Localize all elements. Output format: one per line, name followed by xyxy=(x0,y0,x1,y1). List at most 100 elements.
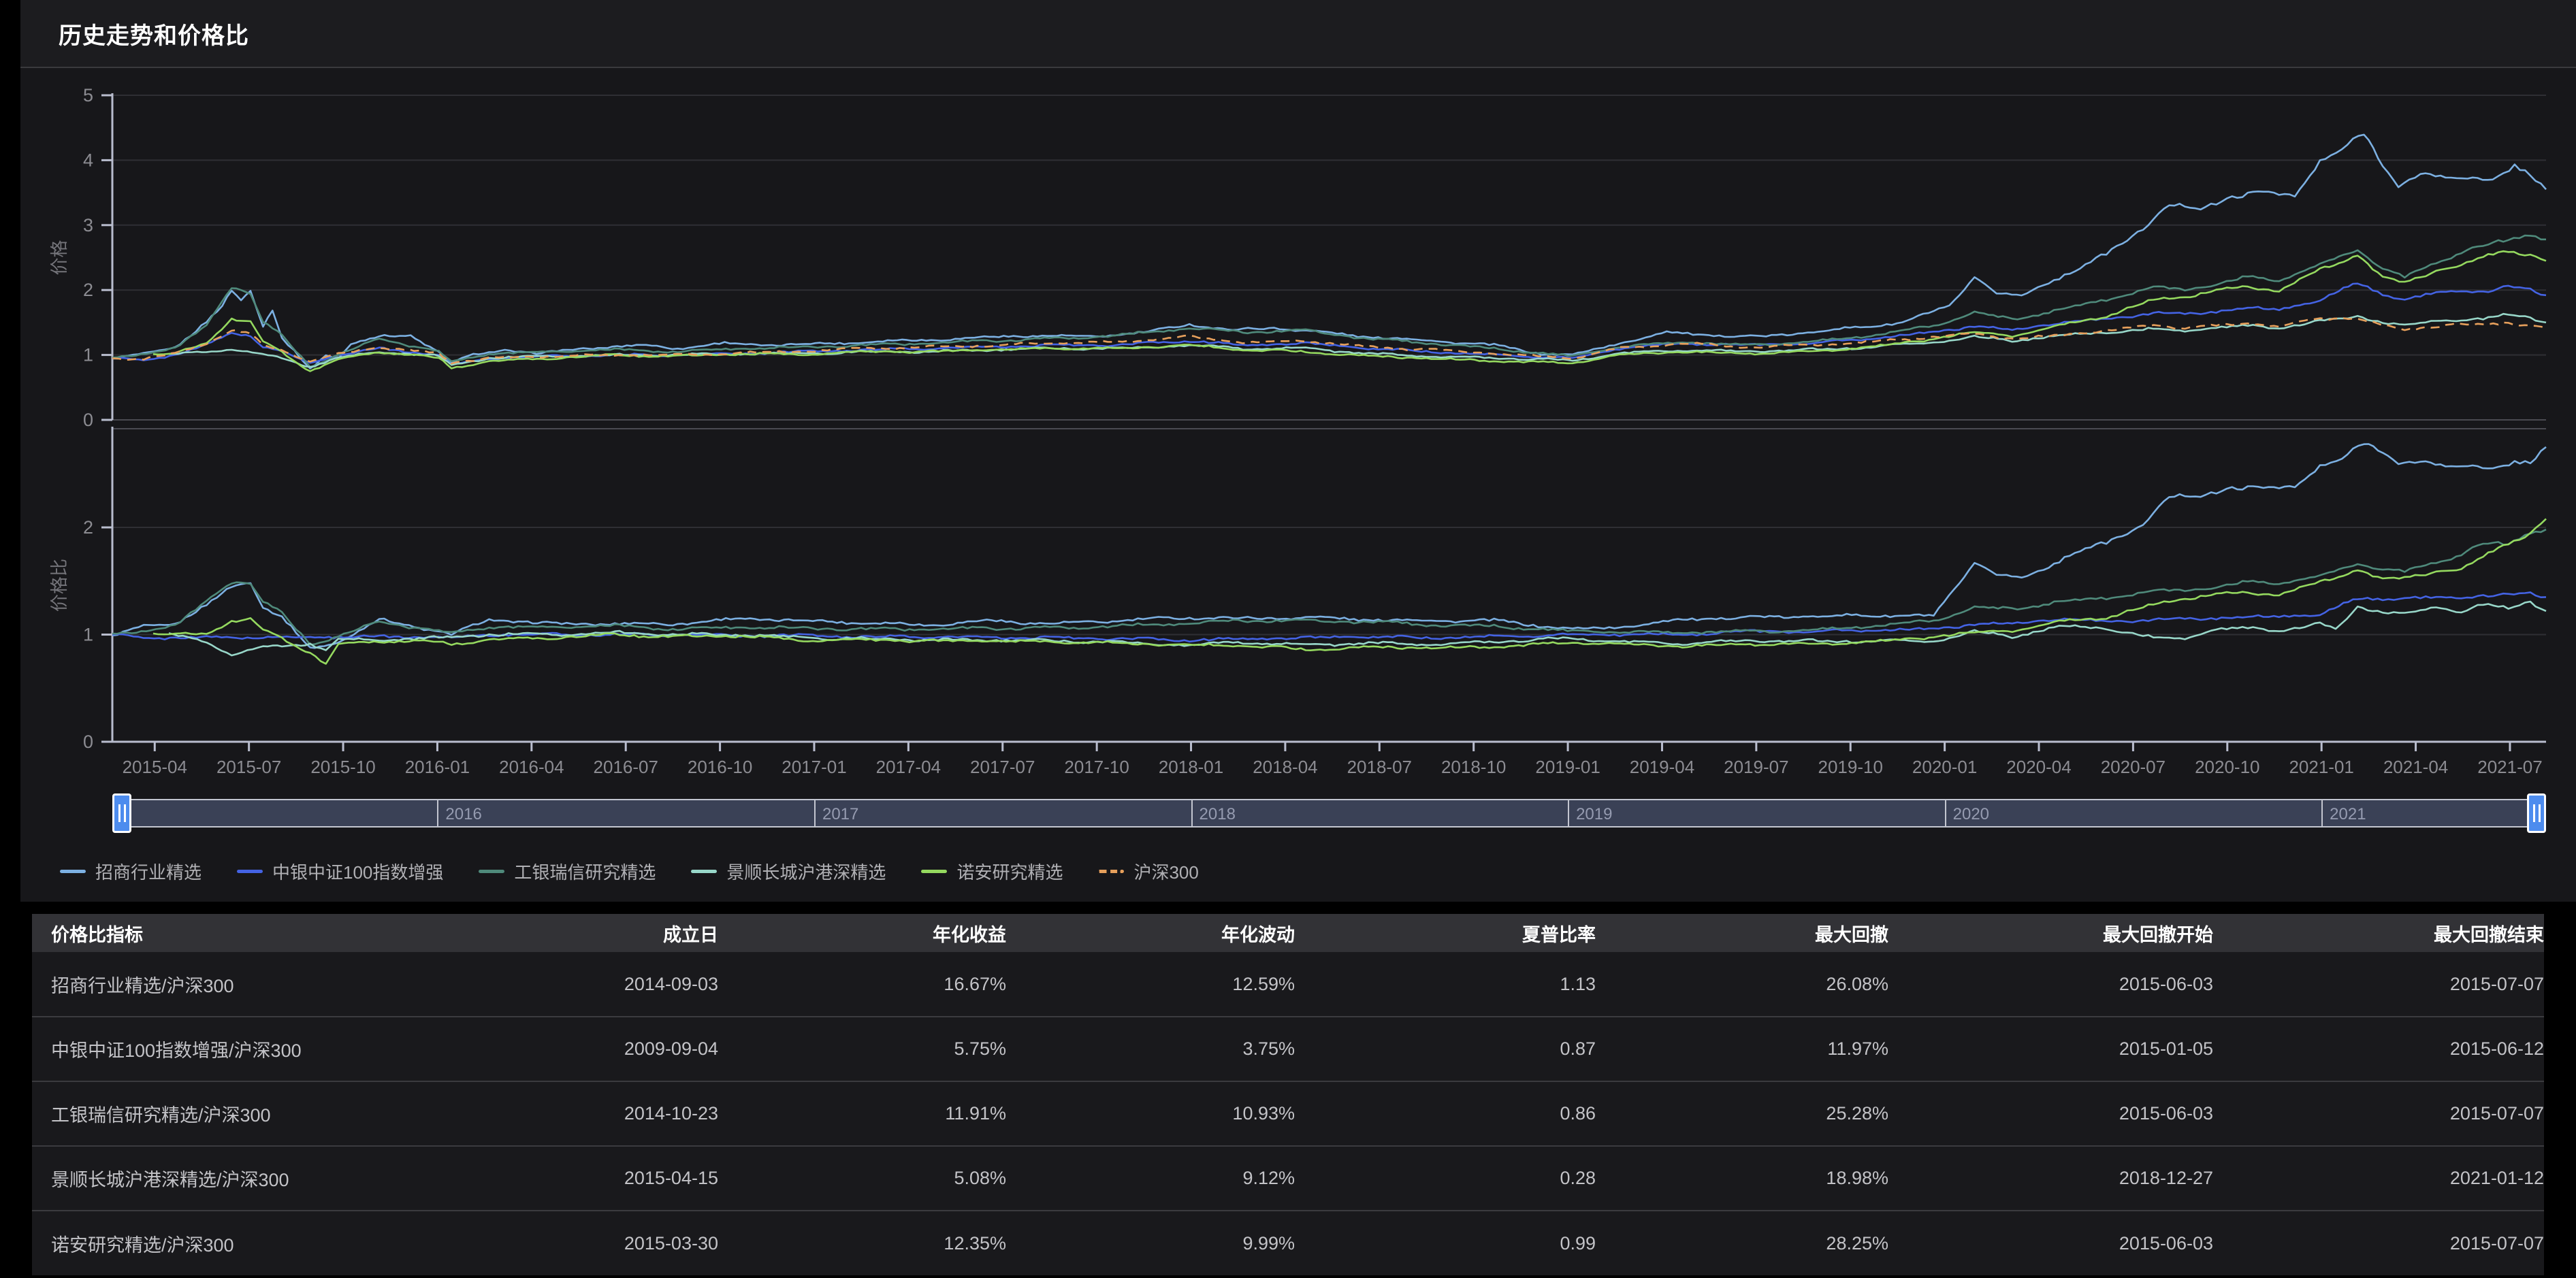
x-tick-label: 2015-07 xyxy=(216,757,281,777)
legend-line-marker xyxy=(691,870,717,873)
x-tick-label: 2020-07 xyxy=(2101,757,2166,777)
y-tick-label: 0 xyxy=(83,410,93,430)
table-cell: 2015-03-30 xyxy=(443,1211,718,1275)
table-column-header: 成立日 xyxy=(443,914,718,952)
table-cell: 中银中证100指数增强/沪深300 xyxy=(32,1017,443,1081)
slider-year-label: 2017 xyxy=(822,805,858,824)
x-tick-label: 2021-01 xyxy=(2289,757,2353,777)
page-title: 历史走势和价格比 xyxy=(59,17,249,50)
x-tick-label: 2016-10 xyxy=(688,757,752,777)
x-tick-label: 2018-01 xyxy=(1159,757,1223,777)
page: 历史走势和价格比 0123450122015-042015-072015-102… xyxy=(0,0,2576,1278)
series-line xyxy=(112,284,2546,365)
slider-year-label: 2019 xyxy=(1576,805,1612,824)
table-column-header: 最大回撤结束 xyxy=(2213,914,2544,952)
chart-panel: 0123450122015-042015-072015-102016-01201… xyxy=(20,68,2576,902)
table-cell: 28.25% xyxy=(1596,1211,1888,1275)
x-tick-label: 2016-04 xyxy=(499,757,564,777)
table-cell: 招商行业精选/沪深300 xyxy=(32,952,443,1017)
y-tick-label: 5 xyxy=(83,85,93,105)
x-tick-label: 2019-10 xyxy=(1818,757,1883,777)
legend-item[interactable]: 诺安研究精选 xyxy=(921,859,1063,884)
legend-label: 工银瑞信研究精选 xyxy=(514,859,656,884)
x-tick-label: 2021-07 xyxy=(2477,757,2542,777)
x-tick-label: 2015-04 xyxy=(123,757,187,777)
table-column-header: 价格比指标 xyxy=(32,914,443,952)
x-tick-label: 2020-10 xyxy=(2195,757,2259,777)
slider-handle-right[interactable] xyxy=(2527,793,2546,833)
x-tick-label: 2017-10 xyxy=(1064,757,1129,777)
slider-year-divider xyxy=(2321,800,2323,826)
legend-item[interactable]: 景顺长城沪港深精选 xyxy=(691,859,886,884)
table-cell: 0.87 xyxy=(1295,1017,1596,1081)
y-axis-title-price: 价格 xyxy=(49,240,69,275)
table-cell: 16.67% xyxy=(718,952,1006,1017)
legend-label: 景顺长城沪港深精选 xyxy=(726,859,886,884)
x-tick-label: 2017-04 xyxy=(876,757,941,777)
legend-label: 招商行业精选 xyxy=(95,859,202,884)
slider-year-divider xyxy=(437,800,438,826)
table-cell: 5.08% xyxy=(718,1146,1006,1211)
table-cell: 2015-04-15 xyxy=(443,1146,718,1211)
slider-year-divider xyxy=(814,800,816,826)
table-cell: 9.12% xyxy=(1006,1146,1295,1211)
slider-year-divider xyxy=(1191,800,1193,826)
table-cell: 18.98% xyxy=(1596,1146,1888,1211)
x-tick-label: 2019-01 xyxy=(1535,757,1600,777)
table-row: 景顺长城沪港深精选/沪深3002015-04-155.08%9.12%0.281… xyxy=(32,1146,2544,1211)
y-tick-label: 2 xyxy=(83,517,93,538)
table-cell: 2009-09-04 xyxy=(443,1017,718,1081)
table-row: 工银瑞信研究精选/沪深3002014-10-2311.91%10.93%0.86… xyxy=(32,1081,2544,1146)
x-tick-label: 2018-07 xyxy=(1347,757,1412,777)
table-cell: 2014-09-03 xyxy=(443,952,718,1017)
y-tick-label: 0 xyxy=(83,732,93,752)
legend-line-marker xyxy=(479,870,504,873)
legend-item[interactable]: 中银中证100指数增强 xyxy=(237,859,443,884)
table-cell: 2015-06-03 xyxy=(1888,1081,2213,1146)
legend-item[interactable]: 招商行业精选 xyxy=(60,859,202,884)
table-cell: 5.75% xyxy=(718,1017,1006,1081)
series-line xyxy=(112,235,2546,367)
table-cell: 0.28 xyxy=(1295,1146,1596,1211)
y-tick-label: 1 xyxy=(83,625,93,645)
x-tick-label: 2015-10 xyxy=(310,757,375,777)
table-cell: 12.59% xyxy=(1006,952,1295,1017)
table-cell: 2015-01-05 xyxy=(1888,1017,2213,1081)
table-cell: 2015-07-07 xyxy=(2213,1081,2544,1146)
legend-item[interactable]: 工银瑞信研究精选 xyxy=(479,859,656,884)
titlebar: 历史走势和价格比 xyxy=(20,0,2576,68)
x-tick-label: 2020-01 xyxy=(1912,757,1977,777)
table-cell: 0.99 xyxy=(1295,1211,1596,1275)
table-cell: 2018-12-27 xyxy=(1888,1146,2213,1211)
table-header-row: 价格比指标成立日年化收益年化波动夏普比率最大回撤最大回撤开始最大回撤结束 xyxy=(32,914,2544,952)
price-and-ratio-chart[interactable]: 0123450122015-042015-072015-102016-01201… xyxy=(20,68,2576,789)
y-tick-label: 1 xyxy=(83,345,93,365)
legend-label: 诺安研究精选 xyxy=(956,859,1063,884)
legend-line-marker xyxy=(921,870,947,873)
slider-track[interactable]: 201620172018201920202021 xyxy=(112,799,2546,828)
series-line xyxy=(112,529,2546,644)
slider-year-divider xyxy=(1568,800,1569,826)
x-tick-label: 2018-10 xyxy=(1441,757,1506,777)
x-tick-label: 2019-04 xyxy=(1630,757,1694,777)
x-tick-label: 2016-01 xyxy=(405,757,470,777)
table-cell: 3.75% xyxy=(1006,1017,1295,1081)
table-row: 诺安研究精选/沪深3002015-03-3012.35%9.99%0.9928.… xyxy=(32,1211,2544,1275)
table-column-header: 最大回撤 xyxy=(1596,914,1888,952)
chart-legend: 招商行业精选 中银中证100指数增强 工银瑞信研究精选 景顺长城沪港深精选 诺安研究精选… xyxy=(20,838,2576,902)
table-cell: 10.93% xyxy=(1006,1081,1295,1146)
y-tick-label: 2 xyxy=(83,280,93,300)
legend-line-marker xyxy=(1098,870,1124,873)
table-cell: 0.86 xyxy=(1295,1081,1596,1146)
slider-handle-left[interactable] xyxy=(112,793,131,833)
table-cell: 2014-10-23 xyxy=(443,1081,718,1146)
slider-year-label: 2016 xyxy=(445,805,481,824)
x-tick-label: 2020-04 xyxy=(2006,757,2071,777)
table-cell: 2021-01-12 xyxy=(2213,1146,2544,1211)
y-tick-label: 4 xyxy=(83,150,93,170)
legend-item[interactable]: 沪深300 xyxy=(1098,859,1198,884)
table-cell: 11.97% xyxy=(1596,1017,1888,1081)
price-ratio-stats-table: 价格比指标成立日年化收益年化波动夏普比率最大回撤最大回撤开始最大回撤结束 招商行… xyxy=(32,914,2544,1275)
table-cell: 2015-07-07 xyxy=(2213,952,2544,1017)
table-cell: 2015-06-12 xyxy=(2213,1017,2544,1081)
